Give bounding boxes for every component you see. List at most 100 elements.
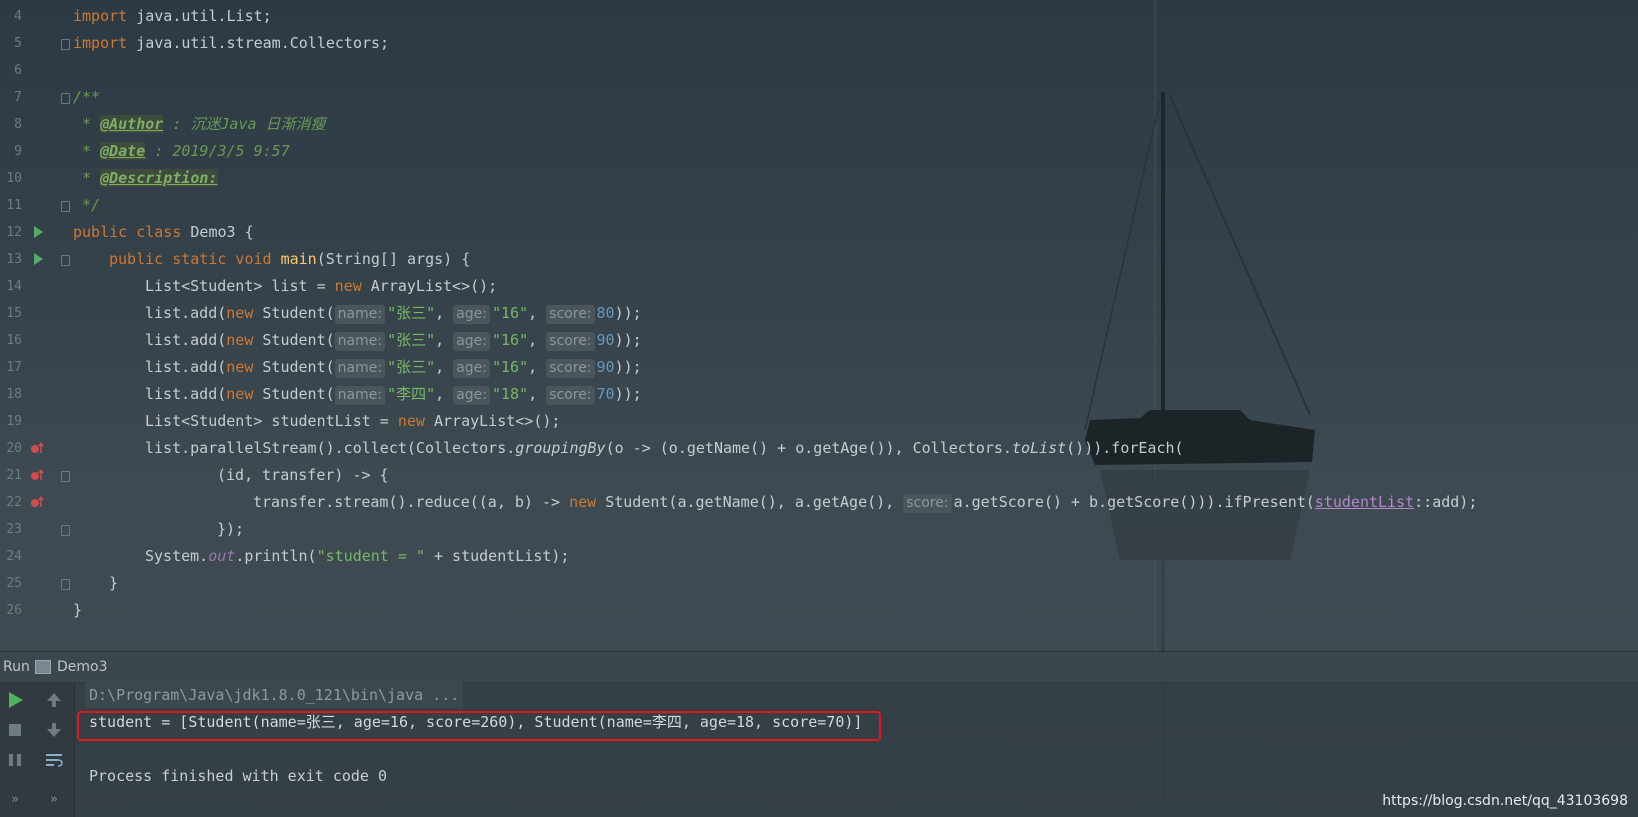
line-number: 5 <box>14 36 22 51</box>
param-hint: age: <box>453 386 490 405</box>
code-text: * @Description: <box>73 169 218 187</box>
line-number: 15 <box>6 306 22 321</box>
code-text: } <box>109 574 119 592</box>
line-number: 19 <box>6 414 22 429</box>
code-line: 18 list.add(new Student(name: "李四", age: "… <box>0 381 1638 408</box>
fold-marker-icon[interactable] <box>61 201 70 212</box>
run-config-icon <box>35 660 51 674</box>
param-hint: age: <box>453 305 490 324</box>
code-text: List<Student> list = new ArrayList<>(); <box>145 277 498 295</box>
lambda-breakpoint-icon[interactable] <box>30 489 46 516</box>
code-text: /** <box>73 88 101 106</box>
line-number: 14 <box>6 279 22 294</box>
more-actions-icon[interactable]: » <box>42 788 66 812</box>
code-text: List<Student> studentList = new ArrayLis… <box>145 412 561 430</box>
code-line: 15 list.add(new Student(name: "张三", age: "… <box>0 300 1638 327</box>
lambda-breakpoint-icon[interactable] <box>30 462 46 489</box>
line-number: 8 <box>14 117 22 132</box>
fold-marker-icon[interactable] <box>61 93 70 104</box>
param-hint: age: <box>453 359 490 378</box>
line-number: 11 <box>6 198 22 213</box>
line-number: 22 <box>6 495 22 510</box>
code-line: 13 public static void main(String[] args… <box>0 246 1638 273</box>
console-exit-line: Process finished with exit code 0 <box>89 767 388 785</box>
line-number: 20 <box>6 441 22 456</box>
line-number: 6 <box>14 63 22 78</box>
code-text: (id, transfer) -> { <box>217 466 389 484</box>
param-hint: score: <box>546 386 595 405</box>
line-number: 23 <box>6 522 22 537</box>
lambda-breakpoint-icon[interactable] <box>30 435 46 462</box>
code-text: list.add(new Student(name: "张三", age: "16"… <box>145 331 642 351</box>
code-line: 7 /** <box>0 84 1638 111</box>
code-line: 6 <box>0 57 1638 84</box>
param-hint: name: <box>334 332 386 351</box>
code-text: list.parallelStream().collect(Collectors… <box>145 439 1184 457</box>
line-number: 17 <box>6 360 22 375</box>
code-line: 12 public class Demo3 { <box>0 219 1638 246</box>
line-number: 18 <box>6 387 22 402</box>
stop-icon[interactable] <box>3 718 27 742</box>
line-number: 9 <box>14 144 22 159</box>
code-line: 10 * @Description: <box>0 165 1638 192</box>
code-line: 16 list.add(new Student(name: "张三", age: "… <box>0 327 1638 354</box>
line-number: 4 <box>14 9 22 24</box>
code-text: } <box>73 601 83 619</box>
watermark: https://blog.csdn.net/qq_43103698 <box>1382 793 1628 809</box>
run-toolbar: » » <box>0 682 75 817</box>
code-line: 26 } <box>0 597 1638 624</box>
scroll-down-icon[interactable] <box>42 718 66 742</box>
run-config-tab[interactable]: Demo3 <box>57 652 108 682</box>
run-gutter-icon[interactable] <box>30 219 46 246</box>
code-line: 5 import java.util.stream.Collectors; <box>0 30 1638 57</box>
code-line: 23 }); <box>0 516 1638 543</box>
console-command-line[interactable]: D:\Program\Java\jdk1.8.0_121\bin\java ..… <box>85 682 464 708</box>
code-text: list.add(new Student(name: "张三", age: "16"… <box>145 358 642 378</box>
param-hint: name: <box>334 359 386 378</box>
code-text: import java.util.List; <box>73 7 272 25</box>
code-text: */ <box>73 196 101 214</box>
code-line: 4 import java.util.List; <box>0 3 1638 30</box>
param-hint: score: <box>903 494 952 513</box>
code-text: public static void main(String[] args) { <box>109 250 471 268</box>
line-number: 21 <box>6 468 22 483</box>
line-number: 10 <box>6 171 22 186</box>
param-hint: score: <box>546 359 595 378</box>
run-tool-window-header: Run Demo3 <box>0 651 1638 683</box>
code-line: 9 * @Date : 2019/3/5 9:57 <box>0 138 1638 165</box>
more-actions-icon[interactable]: » <box>3 788 27 812</box>
code-line: 19 List<Student> studentList = new Array… <box>0 408 1638 435</box>
run-tab-label[interactable]: Run <box>3 652 30 682</box>
line-number: 12 <box>6 225 22 240</box>
code-text: * @Author : 沉迷Java 日渐消瘦 <box>73 115 326 133</box>
fold-marker-icon[interactable] <box>61 579 70 590</box>
fold-marker-icon[interactable] <box>61 471 70 482</box>
code-text: transfer.stream().reduce((a, b) -> new S… <box>253 493 1478 513</box>
code-line: 20 list.parallelStream().collect(Collect… <box>0 435 1638 462</box>
line-number: 13 <box>6 252 22 267</box>
line-number: 25 <box>6 576 22 591</box>
code-text: }); <box>217 520 245 538</box>
fold-marker-icon[interactable] <box>61 525 70 536</box>
code-text: System.out.println("student = " + studen… <box>145 547 570 565</box>
code-text: public class Demo3 { <box>73 223 254 241</box>
code-editor[interactable]: 4 import java.util.List; 5 import java.u… <box>0 0 1638 651</box>
rerun-icon[interactable] <box>3 688 27 712</box>
code-line: 22 transfer.stream().reduce((a, b) -> ne… <box>0 489 1638 516</box>
code-line: 8 * @Author : 沉迷Java 日渐消瘦 <box>0 111 1638 138</box>
line-number: 7 <box>14 90 22 105</box>
scroll-up-icon[interactable] <box>42 688 66 712</box>
code-line: 24 System.out.println("student = " + stu… <box>0 543 1638 570</box>
line-number: 24 <box>6 549 22 564</box>
fold-marker-icon[interactable] <box>61 39 70 50</box>
run-gutter-icon[interactable] <box>30 246 46 273</box>
param-hint: score: <box>546 305 595 324</box>
code-line: 11 */ <box>0 192 1638 219</box>
pause-icon[interactable] <box>3 748 27 772</box>
soft-wrap-icon[interactable] <box>42 748 66 772</box>
code-text: import java.util.stream.Collectors; <box>73 34 390 52</box>
param-hint: age: <box>453 332 490 351</box>
fold-marker-icon[interactable] <box>61 255 70 266</box>
param-hint: score: <box>546 332 595 351</box>
line-number: 16 <box>6 333 22 348</box>
